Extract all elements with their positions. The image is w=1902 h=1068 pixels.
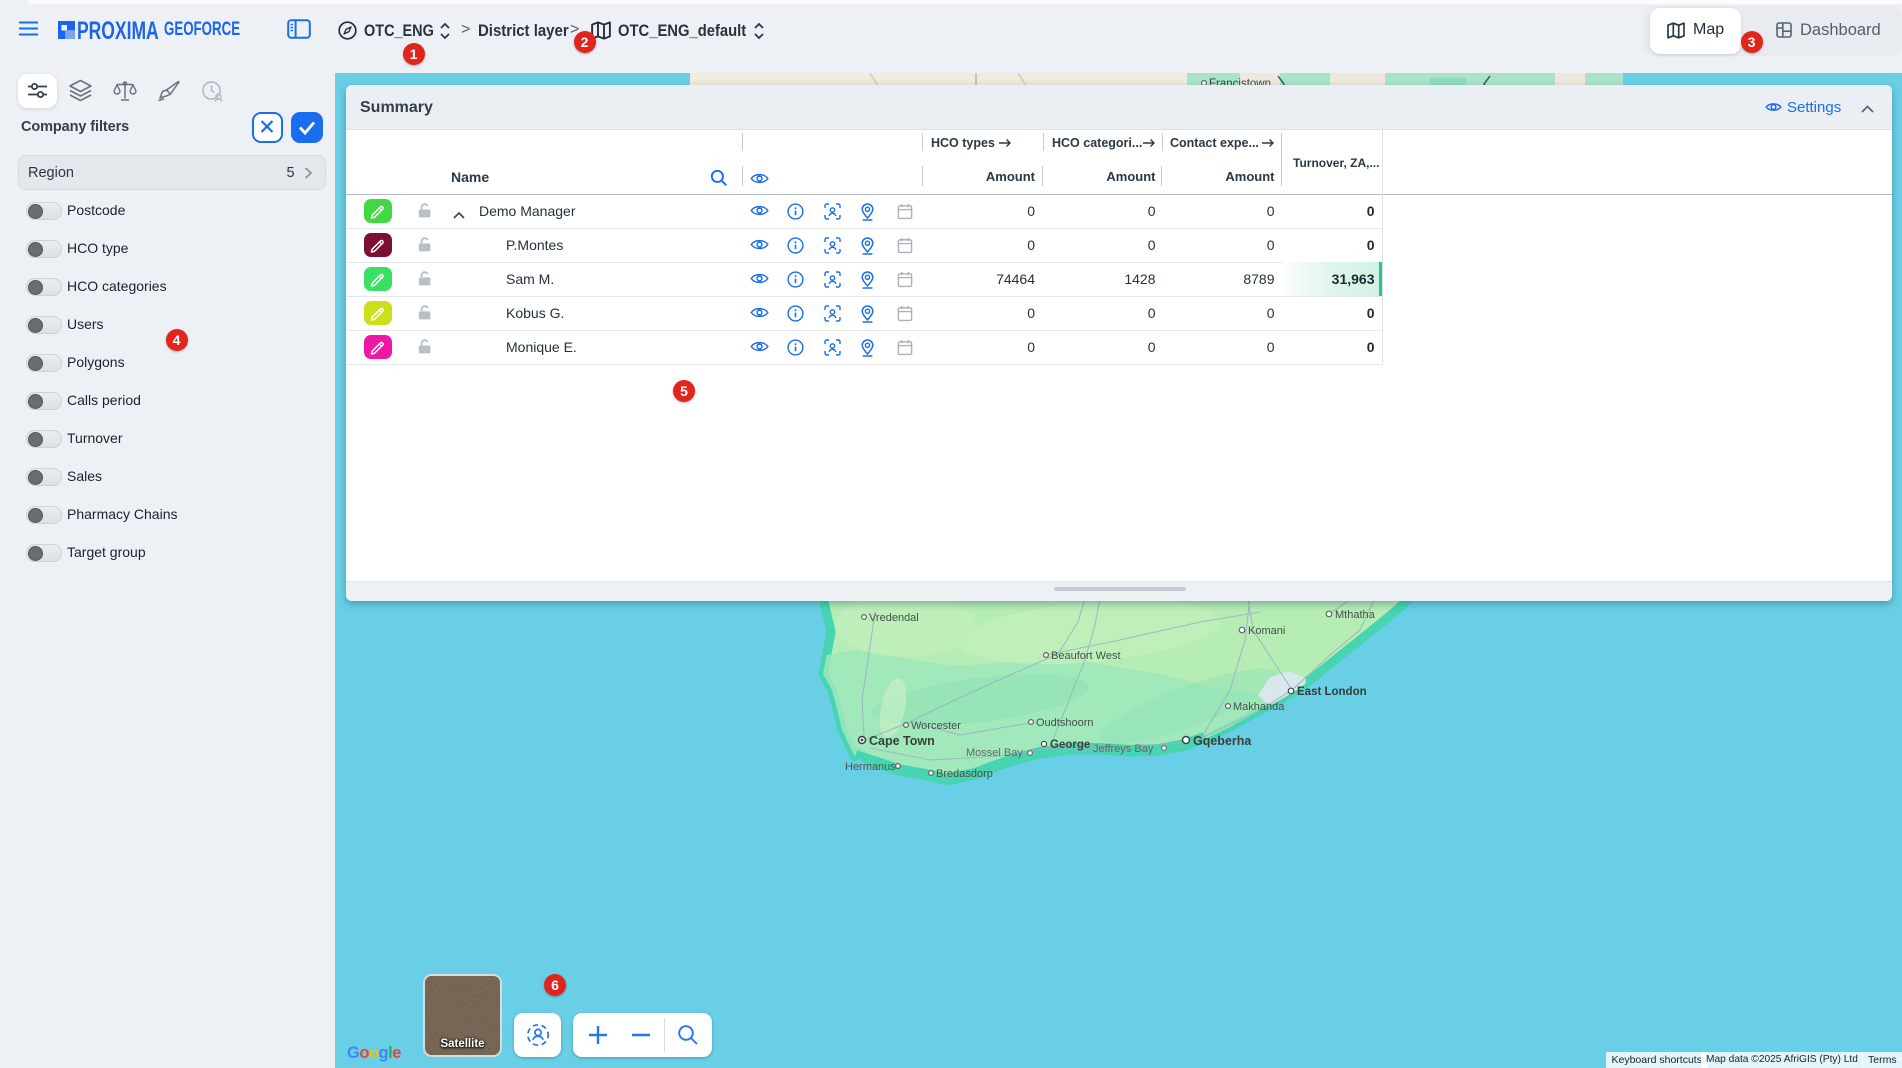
svg-text:Bredasdorp: Bredasdorp [936,768,993,780]
svg-text:Makhanda: Makhanda [1233,701,1285,713]
svg-text:George: George [1050,739,1090,751]
svg-text:Hermanus: Hermanus [845,761,896,773]
svg-text:Mthatha: Mthatha [1335,609,1376,621]
svg-text:Komani: Komani [1248,625,1285,637]
svg-text:Jeffreys Bay: Jeffreys Bay [1093,743,1154,755]
svg-text:Worcester: Worcester [911,720,961,732]
svg-text:Mossel Bay: Mossel Bay [966,747,1023,759]
svg-text:Cape Town: Cape Town [869,734,935,748]
svg-text:Vredendal: Vredendal [869,612,919,624]
svg-text:East London: East London [1297,686,1367,698]
svg-text:Gqeberha: Gqeberha [1193,734,1252,748]
svg-text:Oudtshoorn: Oudtshoorn [1036,717,1093,729]
svg-text:Beaufort West: Beaufort West [1051,650,1121,662]
